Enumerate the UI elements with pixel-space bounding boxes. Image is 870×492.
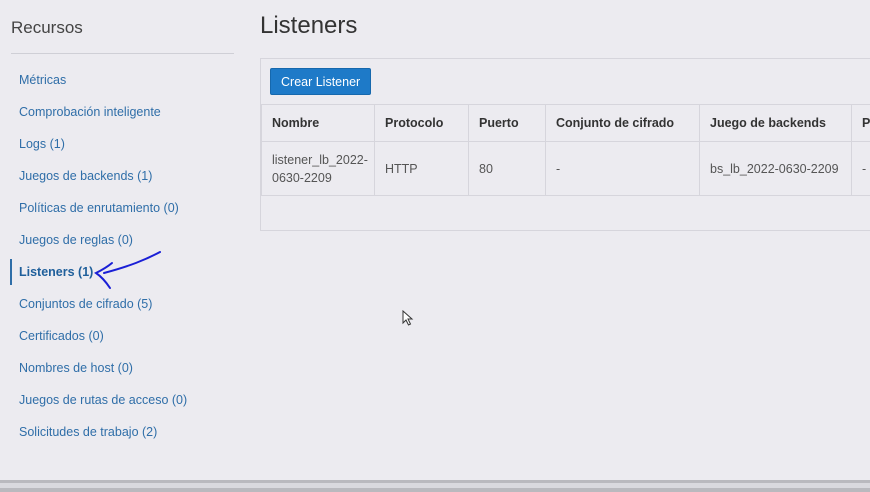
column-header-conjunto-de-cifrado[interactable]: Conjunto de cifrado [545, 104, 700, 142]
cell-truncated: - [851, 141, 870, 196]
main-content: Listeners Crear Listener Nombre Protocol… [260, 0, 870, 480]
cell-nombre[interactable]: listener_lb_2022-0630-2209 [261, 141, 375, 196]
column-header-nombre[interactable]: Nombre [261, 104, 375, 142]
listeners-table: Nombre Protocolo Puerto Conjunto de cifr… [261, 104, 870, 196]
sidebar-item-logs[interactable]: Logs (1) [10, 128, 238, 160]
mouse-cursor-icon [402, 310, 414, 326]
sidebar-title: Recursos [11, 18, 83, 37]
sidebar-item-certificados[interactable]: Certificados (0) [10, 320, 238, 352]
column-header-truncated[interactable]: Pe [851, 104, 870, 142]
sidebar-item-juegos-de-rutas-de-acceso[interactable]: Juegos de rutas de acceso (0) [10, 384, 238, 416]
sidebar-item-politicas-de-enrutamiento[interactable]: Políticas de enrutamiento (0) [10, 192, 238, 224]
table-wrapper: Nombre Protocolo Puerto Conjunto de cifr… [261, 104, 870, 196]
column-header-puerto[interactable]: Puerto [468, 104, 546, 142]
cell-protocolo: HTTP [374, 141, 469, 196]
hand-drawn-arrow-icon [94, 251, 161, 289]
sidebar-item-metricas[interactable]: Métricas [10, 64, 238, 96]
panel-toolbar: Crear Listener [261, 59, 870, 104]
sidebar-item-juegos-de-backends[interactable]: Juegos de backends (1) [10, 160, 238, 192]
cell-juego-de-backends: bs_lb_2022-0630-2209 [699, 141, 852, 196]
listeners-panel: Crear Listener Nombre Protocolo Puerto C… [260, 58, 870, 231]
table-row: listener_lb_2022-0630-2209 HTTP 80 - bs_… [261, 141, 870, 196]
table-header-row: Nombre Protocolo Puerto Conjunto de cifr… [261, 104, 870, 142]
column-header-juego-de-backends[interactable]: Juego de backends [699, 104, 852, 142]
sidebar-item-comprobacion-inteligente[interactable]: Comprobación inteligente [10, 96, 238, 128]
create-listener-button[interactable]: Crear Listener [270, 68, 372, 95]
resources-sidebar: Recursos Métricas Comprobación inteligen… [0, 0, 240, 480]
sidebar-item-solicitudes-de-trabajo[interactable]: Solicitudes de trabajo (2) [10, 416, 238, 448]
sidebar-item-nombres-de-host[interactable]: Nombres de host (0) [10, 352, 238, 384]
cell-puerto: 80 [468, 141, 546, 196]
cell-conjunto-de-cifrado: - [545, 141, 700, 196]
page-title: Listeners [260, 12, 358, 39]
horizontal-scrollbar[interactable] [0, 480, 870, 492]
sidebar-divider [11, 53, 234, 54]
column-header-protocolo[interactable]: Protocolo [374, 104, 469, 142]
